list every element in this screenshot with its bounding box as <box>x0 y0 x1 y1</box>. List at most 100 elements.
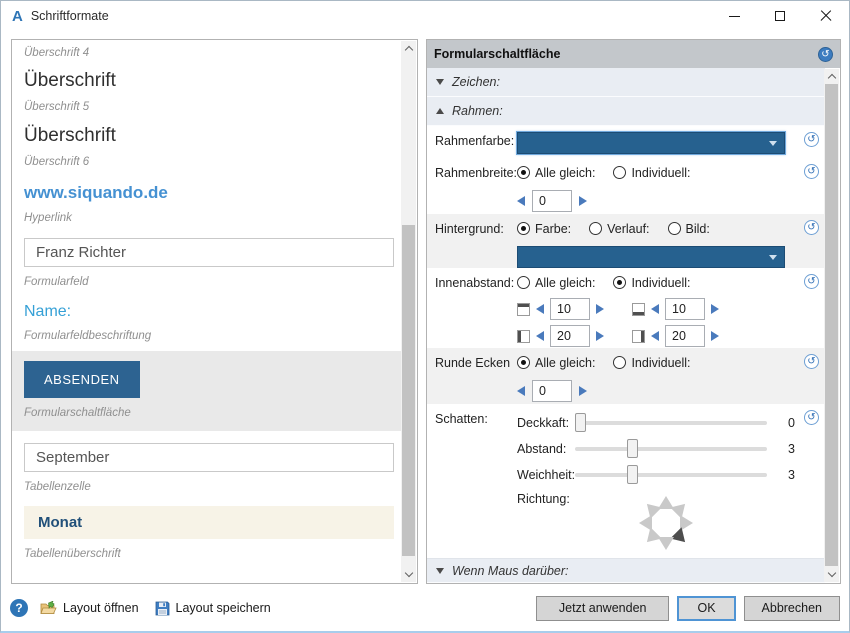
direction-e-icon[interactable] <box>680 515 693 531</box>
reset-icon[interactable]: ↺ <box>804 132 819 147</box>
spin-decrease-icon[interactable] <box>517 386 525 396</box>
spin-increase-icon[interactable] <box>579 196 587 206</box>
reset-icon[interactable]: ↺ <box>804 164 819 179</box>
weichheit-slider[interactable] <box>575 473 767 477</box>
spin-decrease-icon[interactable] <box>536 304 544 314</box>
folder-open-icon <box>40 601 57 616</box>
schatten-row: Schatten: Deckkaft: 0 Abstand: 3 Weichhe… <box>427 404 825 554</box>
ok-button[interactable]: OK <box>677 596 735 621</box>
list-item-tablecell[interactable]: September <box>24 443 394 472</box>
rahmenbreite-input[interactable] <box>532 190 572 212</box>
deckkraft-label: Deckkaft: <box>517 416 575 430</box>
list-item-heading4[interactable]: Überschrift <box>24 70 394 92</box>
spin-increase-icon[interactable] <box>711 304 719 314</box>
spin-decrease-icon[interactable] <box>517 196 525 206</box>
section-zeichen-label: Zeichen: <box>452 75 500 89</box>
radio-individuell[interactable]: Individuell: <box>613 166 690 180</box>
radio-alle-gleich[interactable]: Alle gleich: <box>517 356 595 370</box>
radio-label: Farbe: <box>535 222 571 236</box>
scrollbar-thumb[interactable] <box>825 84 838 566</box>
maximize-icon <box>775 11 785 21</box>
radio-individuell[interactable]: Individuell: <box>613 276 690 290</box>
list-item-hyperlink[interactable]: www.siquando.de <box>24 183 394 203</box>
scroll-down-button[interactable] <box>824 567 839 582</box>
spin-decrease-icon[interactable] <box>536 331 544 341</box>
runde-ecken-label: Runde Ecken <box>435 354 517 370</box>
layout-open-button[interactable]: Layout öffnen <box>40 601 139 616</box>
list-item-formfield[interactable]: Franz Richter <box>24 238 394 267</box>
radio-farbe[interactable]: Farbe: <box>517 222 571 236</box>
padding-right-input[interactable] <box>665 325 705 347</box>
slider-thumb[interactable] <box>627 439 638 458</box>
radio-icon <box>613 356 626 369</box>
padding-bottom-input[interactable] <box>665 298 705 320</box>
radio-alle-gleich[interactable]: Alle gleich: <box>517 276 595 290</box>
spin-increase-icon[interactable] <box>711 331 719 341</box>
layout-save-button[interactable]: Layout speichern <box>155 601 271 616</box>
spin-increase-icon[interactable] <box>596 304 604 314</box>
scroll-down-button[interactable] <box>401 567 416 582</box>
abstand-label: Abstand: <box>517 442 575 456</box>
padding-left-icon <box>517 330 530 343</box>
apply-button[interactable]: Jetzt anwenden <box>536 596 670 621</box>
hintergrund-label: Hintergrund: <box>435 220 517 236</box>
direction-n-icon[interactable] <box>658 496 674 509</box>
spin-decrease-icon[interactable] <box>651 331 659 341</box>
section-zeichen[interactable]: Zeichen: <box>427 68 825 97</box>
spin-decrease-icon[interactable] <box>651 304 659 314</box>
maximize-button[interactable] <box>757 1 803 31</box>
direction-s-icon[interactable] <box>658 537 674 550</box>
deckkraft-slider[interactable] <box>575 421 767 425</box>
reset-icon[interactable]: ↺ <box>804 220 819 235</box>
list-item-fieldlabel[interactable]: Name: <box>24 303 394 321</box>
radio-alle-gleich[interactable]: Alle gleich: <box>517 166 595 180</box>
reset-icon[interactable]: ↺ <box>804 354 819 369</box>
minimize-button[interactable] <box>711 1 757 31</box>
section-rahmen[interactable]: Rahmen: <box>427 97 825 126</box>
runde-ecken-input[interactable] <box>532 380 572 402</box>
slider-thumb[interactable] <box>627 465 638 484</box>
format-caption: Überschrift 5 <box>24 100 394 114</box>
schatten-label: Schatten: <box>435 410 517 426</box>
dialog-buttons: Jetzt anwenden OK Abbrechen <box>536 596 840 621</box>
section-hover[interactable]: Wenn Maus darüber: <box>427 558 825 583</box>
reset-icon[interactable]: ↺ <box>804 410 819 425</box>
scroll-up-button[interactable] <box>401 41 416 56</box>
chevron-down-icon <box>404 569 412 577</box>
left-scrollbar[interactable] <box>401 41 416 582</box>
scroll-up-button[interactable] <box>824 69 839 84</box>
padding-top-icon <box>517 303 530 316</box>
radio-verlauf[interactable]: Verlauf: <box>589 222 649 236</box>
list-item-formbutton-selected[interactable]: ABSENDEN Formularschaltfläche <box>12 351 402 430</box>
direction-rosette <box>635 492 697 554</box>
reset-all-icon[interactable]: ↺ <box>818 47 833 62</box>
rahmenfarbe-row: Rahmenfarbe: ↺ <box>427 126 825 158</box>
runde-ecken-row: Runde Ecken Alle gleich: Individuell: <box>427 348 825 404</box>
spin-increase-icon[interactable] <box>579 386 587 396</box>
direction-w-icon[interactable] <box>639 515 652 531</box>
rahmenfarbe-color-dropdown[interactable] <box>517 132 785 154</box>
radio-label: Individuell: <box>631 276 690 290</box>
abstand-slider[interactable] <box>575 447 767 451</box>
reset-icon[interactable]: ↺ <box>804 274 819 289</box>
richtung-label: Richtung: <box>517 492 575 554</box>
close-button[interactable] <box>803 1 849 31</box>
list-item-tableheader[interactable]: Monat <box>24 506 394 539</box>
close-icon <box>820 10 832 22</box>
radio-bild[interactable]: Bild: <box>668 222 710 236</box>
right-scrollbar[interactable] <box>824 69 839 582</box>
padding-top-input[interactable] <box>550 298 590 320</box>
format-caption: Überschrift 6 <box>24 155 394 169</box>
rahmenbreite-row: Rahmenbreite: Alle gleich: Individuell: <box>427 158 825 214</box>
direction-nw-icon[interactable] <box>641 498 662 519</box>
spin-increase-icon[interactable] <box>596 331 604 341</box>
help-icon[interactable]: ? <box>10 599 28 617</box>
padding-left-input[interactable] <box>550 325 590 347</box>
slider-thumb[interactable] <box>575 413 586 432</box>
radio-individuell[interactable]: Individuell: <box>613 356 690 370</box>
hintergrund-color-dropdown[interactable] <box>517 246 785 268</box>
cancel-button[interactable]: Abbrechen <box>744 596 840 621</box>
scrollbar-thumb[interactable] <box>402 225 415 556</box>
list-item-heading5[interactable]: Überschrift <box>24 125 394 147</box>
format-caption: Tabellenzelle <box>24 480 394 494</box>
